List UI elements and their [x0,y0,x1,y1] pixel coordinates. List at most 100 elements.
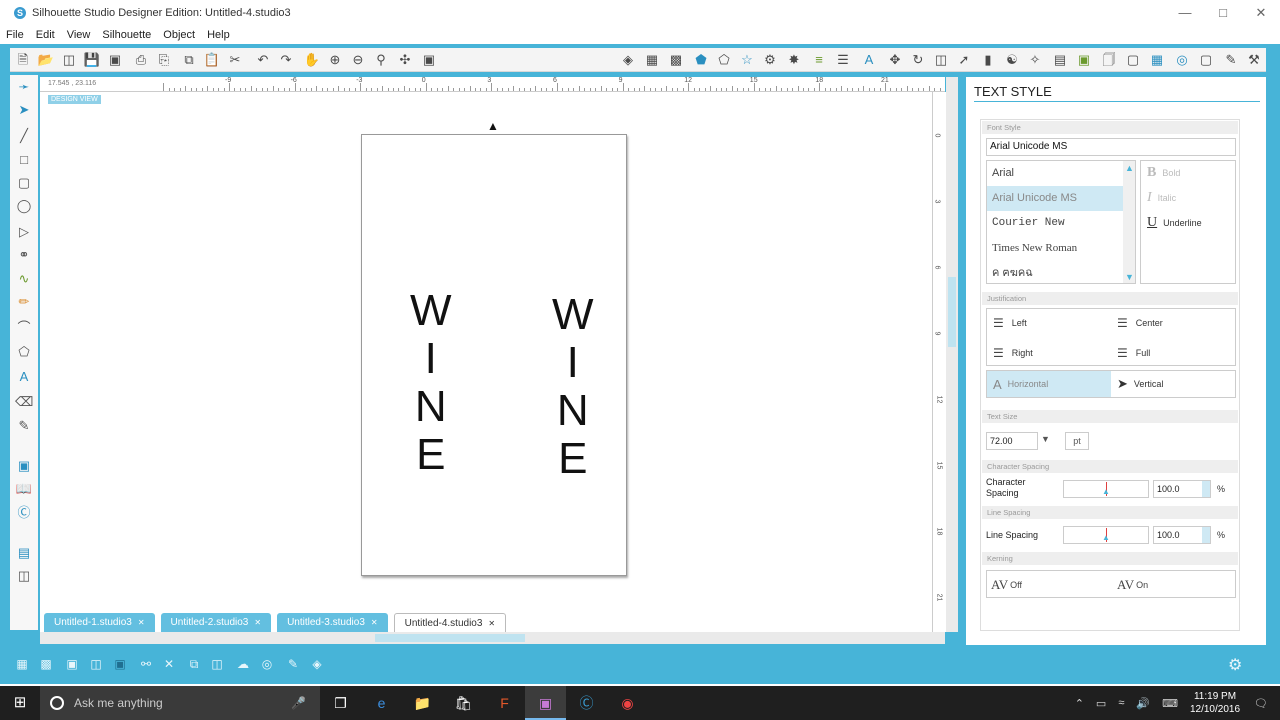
send-silhouette-icon[interactable]: ▢ [1197,51,1215,69]
edit-points-icon[interactable]: ➤ [15,101,33,119]
zoom-select-icon[interactable]: ⚲ [372,51,390,69]
horizontal-scrollbar[interactable] [40,632,945,644]
line-tool-icon[interactable]: ╱ [15,127,33,145]
release-compound-icon[interactable]: ◫ [87,655,105,673]
select-arrow-icon[interactable]: ➛ [15,78,33,96]
edge-browser-icon[interactable]: e [361,686,402,720]
curve-tool-icon[interactable]: ⚭ [15,246,33,264]
vertical-scrollbar[interactable] [946,77,958,632]
menu-view[interactable]: View [67,29,91,41]
unit-button[interactable]: pt [1065,432,1089,450]
trace-icon[interactable]: ✸ [785,51,803,69]
rounded-rect-tool-icon[interactable]: ▢ [15,174,33,192]
notifications-icon[interactable]: 🗨 [1254,697,1268,710]
menu-object[interactable]: Object [163,29,195,41]
font-item-arial-unicode[interactable]: Arial Unicode MS [987,186,1135,211]
font-item-times[interactable]: Times New Roman [987,236,1135,261]
text-style-icon[interactable]: A [860,51,878,69]
weld-icon[interactable]: ⚯ [137,655,155,673]
new-file-icon[interactable]: 🗎 [14,51,32,69]
kerning-on-button[interactable]: AV On [1117,577,1148,593]
save-library-icon[interactable]: ▣ [106,51,124,69]
settings-gear-icon[interactable]: ⚙ [1228,655,1242,675]
windows-start-icon[interactable]: ⊞ [0,686,40,720]
paint-app-icon[interactable]: ▣ [525,686,566,720]
drag-zoom-icon[interactable]: ✣ [396,51,414,69]
zoom-in-icon[interactable]: ⊕ [326,51,344,69]
paste-icon[interactable]: 📋 [203,51,221,69]
menu-edit[interactable]: Edit [36,29,55,41]
mirror-icon[interactable]: ▮ [979,51,997,69]
move-icon[interactable]: ➚ [955,51,973,69]
store-view-icon[interactable]: Ⓒ [15,504,33,522]
close-icon[interactable]: ✕ [371,618,378,627]
offset-bottom-icon[interactable]: ☁ [234,655,252,673]
delete-icon[interactable]: ✕ [160,655,178,673]
font-item-arial[interactable]: Arial [987,161,1135,186]
text-object-right[interactable]: W I N E [552,291,594,483]
offset-icon[interactable]: ▤ [1051,51,1069,69]
slider-handle[interactable]: ▲ [1102,487,1110,496]
underline-button[interactable]: U Underline [1147,215,1202,231]
fill-gradient-icon[interactable]: ▦ [643,51,661,69]
keyboard-icon[interactable]: ⌨ [1162,697,1178,710]
undo-icon[interactable]: ↶ [254,51,272,69]
line-width-icon[interactable]: ≡ [810,51,828,69]
redo-icon[interactable]: ↷ [277,51,295,69]
fill-bottom-icon[interactable]: ◈ [308,655,326,673]
knife-tool-icon[interactable]: ✎ [15,417,33,435]
task-view-icon[interactable]: ❐ [320,686,361,720]
slider-handle[interactable]: ▲ [1102,533,1110,542]
close-icon[interactable]: ✕ [138,618,145,627]
freehand-tool-icon[interactable]: ∿ [15,270,33,288]
menu-file[interactable]: File [6,29,24,41]
arc-tool-icon[interactable]: ⌒ [15,319,33,337]
fill-pattern-icon[interactable]: ▩ [667,51,685,69]
panel-view-icon[interactable]: ▤ [15,544,33,562]
pan-hand-icon[interactable]: ✋ [303,51,321,69]
design-store-icon[interactable]: ✎ [1222,51,1240,69]
justify-right-button[interactable]: ☰ Right [993,346,1033,360]
scroll-up-icon[interactable]: ▲ [1125,163,1134,173]
justify-left-button[interactable]: ☰ Left [993,316,1027,330]
library-view-icon[interactable]: 📖 [15,480,33,498]
font-item-courier[interactable]: Courier New [987,211,1135,236]
spinner-icon[interactable] [1202,527,1210,543]
design-view-icon[interactable]: ▣ [15,457,33,475]
cortana-search-box[interactable]: Ask me anything 🎤 [40,686,320,720]
scale-icon[interactable]: ◫ [932,51,950,69]
modify-icon[interactable]: ✧ [1026,51,1044,69]
clock[interactable]: 11:19 PM 12/10/2016 [1190,690,1240,716]
transform-icon[interactable]: ✥ [886,51,904,69]
font-item-symbol[interactable]: ค ฅฆคฉ [987,261,1135,283]
font-list-scrollbar[interactable]: ▲ ▼ [1123,161,1135,283]
tab-untitled-3[interactable]: Untitled-3.studio3 ✕ [277,613,388,632]
close-icon[interactable]: ✕ [1242,0,1280,26]
save-icon[interactable]: 💾 [83,51,101,69]
ellipse-tool-icon[interactable]: ◯ [15,197,33,215]
close-icon[interactable]: ✕ [254,618,261,627]
knife-bottom-icon[interactable]: ✎ [284,655,302,673]
volume-icon[interactable]: 🔊 [1136,697,1150,710]
grid-icon[interactable]: ▦ [1148,51,1166,69]
regular-polygon-icon[interactable]: ⬠ [15,343,33,361]
justify-full-button[interactable]: ☰ Full [1117,346,1150,360]
microphone-icon[interactable]: 🎤 [291,696,306,710]
line-spacing-field[interactable]: 100.0 [1153,526,1211,544]
kerning-off-button[interactable]: AV Off [991,577,1022,593]
font-list[interactable]: Arial Arial Unicode MS Courier New Times… [986,160,1136,284]
maximize-icon[interactable]: □ [1204,0,1242,26]
close-icon[interactable]: ✕ [488,619,495,628]
smooth-freehand-icon[interactable]: ✏ [15,293,33,311]
wifi-icon[interactable]: ≈ [1118,697,1124,709]
rectangle-tool-icon[interactable]: □ [15,151,33,169]
line-color-icon[interactable]: ⬟ [692,51,710,69]
line-style-icon[interactable]: ⬠ [715,51,733,69]
print-cut-icon[interactable]: ⎘ [155,51,173,69]
sketch-icon[interactable]: ⚙ [761,51,779,69]
fit-page-icon[interactable]: ▣ [420,51,438,69]
silhouette-taskbar-icon[interactable]: Ⓒ [566,686,607,720]
chevron-down-icon[interactable]: ▼ [1041,434,1050,444]
open-folder-icon[interactable]: 📂 [37,51,55,69]
text-tool-icon[interactable]: A [15,368,33,386]
